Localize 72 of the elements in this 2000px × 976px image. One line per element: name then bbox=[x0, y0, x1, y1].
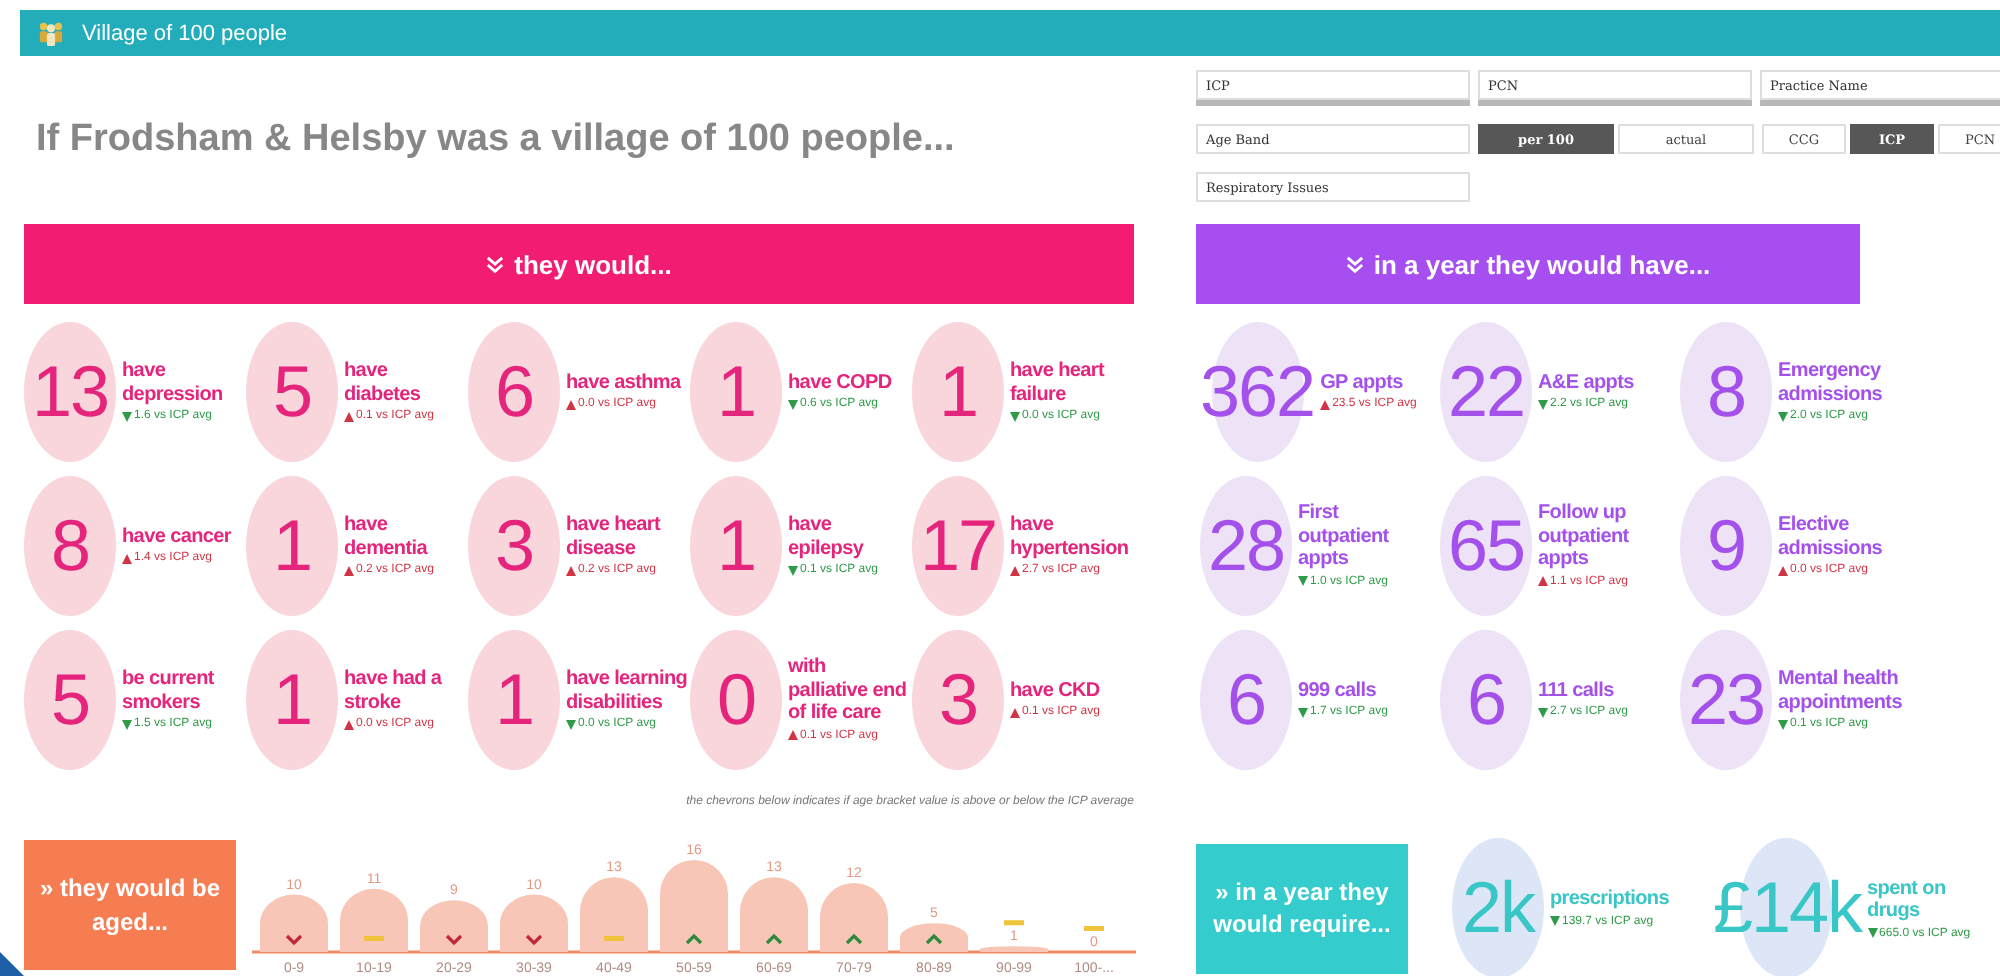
stat-value: 0 bbox=[716, 663, 756, 735]
stat-label: First outpatient appts bbox=[1298, 502, 1391, 572]
people-icon bbox=[36, 20, 66, 46]
stat-value: 1 bbox=[272, 509, 312, 581]
stat-value: 1 bbox=[716, 509, 756, 581]
stat-label: have depression bbox=[122, 360, 225, 406]
stat-label: Follow up outpatient appts bbox=[1538, 502, 1631, 572]
stat-value: 17 bbox=[919, 509, 997, 581]
stat-value: 8 bbox=[50, 509, 90, 581]
stat-value: 3 bbox=[938, 663, 978, 735]
stat-label: spent on drugs bbox=[1867, 877, 1948, 923]
stat-value: 28 bbox=[1207, 509, 1285, 581]
bar bbox=[580, 877, 648, 952]
stat-value: 9 bbox=[1706, 509, 1746, 581]
stat-value: 1 bbox=[716, 355, 756, 427]
banner-text: in a year they would have... bbox=[1373, 249, 1711, 279]
stat-label: be current smokers bbox=[122, 668, 216, 714]
stat-value: 6 bbox=[494, 355, 534, 427]
stat-value: 13 bbox=[31, 355, 109, 427]
stat-label: have dementia bbox=[344, 514, 430, 560]
stat-value: 6 bbox=[1466, 663, 1506, 735]
banner-text: they would... bbox=[514, 249, 672, 279]
stat-value: £14k bbox=[1712, 872, 1862, 944]
stat-label: A&E appts bbox=[1538, 371, 1634, 395]
bar bbox=[980, 946, 1048, 952]
section-box: » they would be aged... bbox=[24, 840, 236, 970]
stat-label: 999 calls bbox=[1298, 679, 1379, 703]
stat-value: 65 bbox=[1447, 509, 1525, 581]
double-chevron-down-icon bbox=[486, 255, 505, 273]
stat-value: 23 bbox=[1687, 663, 1765, 735]
bar bbox=[340, 888, 408, 952]
stat-label: have had a stroke bbox=[344, 668, 444, 714]
double-chevron-down-icon bbox=[1345, 255, 1364, 273]
stat-label: have asthma bbox=[566, 371, 681, 395]
bar bbox=[500, 894, 568, 952]
stat-label: have COPD bbox=[788, 371, 892, 395]
stat-value: 1 bbox=[938, 355, 978, 427]
stat-value: 362 bbox=[1200, 355, 1315, 427]
bar bbox=[820, 883, 888, 952]
stat-label: have epilepsy bbox=[788, 514, 866, 560]
stat-label: have diabetes bbox=[344, 360, 423, 406]
bar bbox=[740, 877, 808, 952]
stat-value: 1 bbox=[272, 663, 312, 735]
stat-value: 22 bbox=[1447, 355, 1525, 427]
stat-label: have heart disease bbox=[566, 514, 663, 560]
bar bbox=[660, 860, 728, 952]
stat-label: Elective admissions bbox=[1778, 514, 1885, 560]
stat-value: 2k bbox=[1461, 872, 1535, 944]
bar bbox=[420, 900, 488, 952]
bar bbox=[260, 894, 328, 952]
stat-label: 111 calls bbox=[1538, 679, 1616, 703]
stat-value: 5 bbox=[50, 663, 90, 735]
stat-label: prescriptions bbox=[1550, 888, 1669, 912]
stat-value: 1 bbox=[494, 663, 534, 735]
stat-label: have cancer bbox=[122, 525, 232, 549]
stat-label: Mental health appointments bbox=[1778, 668, 1900, 714]
stat-value: 8 bbox=[1706, 355, 1746, 427]
corner-triangle-icon bbox=[0, 948, 28, 976]
section-box: » in a year they would require... bbox=[1196, 843, 1408, 973]
bar bbox=[900, 923, 968, 952]
stat-value: 3 bbox=[494, 509, 534, 581]
dashboard-title: Village of 100 people bbox=[82, 21, 288, 45]
stat-label: have hypertension bbox=[1010, 514, 1131, 560]
stat-value: 5 bbox=[272, 355, 312, 427]
stat-label: have learning disabilities bbox=[566, 668, 688, 714]
stat-value: 6 bbox=[1226, 663, 1266, 735]
stat-label: with palliative end of life care bbox=[788, 656, 909, 726]
stat-label: GP appts bbox=[1320, 371, 1405, 395]
stat-label: Emergency admissions bbox=[1778, 360, 1885, 406]
stat-label: have CKD bbox=[1010, 679, 1100, 703]
page-heading: If Frodsham & Helsby was a village of 100 people... bbox=[36, 118, 955, 162]
stat-label: have heart failure bbox=[1010, 360, 1107, 406]
